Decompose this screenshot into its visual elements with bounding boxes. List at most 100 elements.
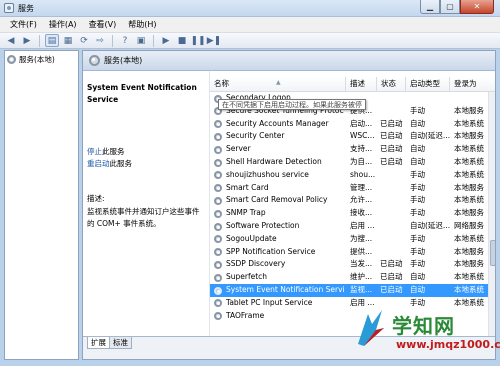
service-logon-cell: 本地系统 xyxy=(454,144,484,154)
service-logon-cell: 本地系统 xyxy=(454,285,484,294)
stop-service-link[interactable]: 停止 xyxy=(87,147,102,156)
table-row[interactable]: SSDP Discovery 当发... 已启动 手动 本地服务 xyxy=(210,258,488,271)
back-arrow-icon[interactable]: ◀ xyxy=(4,34,18,47)
table-row[interactable]: Security Accounts Manager 启动... 已启动 自动 本地系统 xyxy=(210,118,488,131)
service-description-cell: 支持... xyxy=(350,144,373,154)
tab-standard[interactable]: 标准 xyxy=(109,337,132,349)
service-startup-cell: 手动 xyxy=(410,208,425,218)
gear-icon xyxy=(214,196,222,205)
minimize-button[interactable]: ▁ xyxy=(420,0,440,14)
table-row[interactable]: Smart Card Removal Policy 允许... 手动 本地系统 xyxy=(210,194,488,207)
table-row[interactable]: SNMP Trap 接收... 手动 本地服务 xyxy=(210,207,488,220)
maximize-button[interactable]: ▢ xyxy=(440,0,460,14)
close-button[interactable]: ✕ xyxy=(460,0,494,14)
restart-service-link[interactable]: 重启动 xyxy=(87,159,110,168)
pause-service-icon[interactable]: ❚❚ xyxy=(190,34,205,47)
service-status-cell: 已启动 xyxy=(380,131,403,141)
tree-item-label: 服务(本地) xyxy=(19,55,55,64)
show-hide-icon[interactable]: ▣ xyxy=(134,34,148,47)
service-startup-cell: 自动 xyxy=(410,285,425,294)
selected-service-name: System Event Notification Service xyxy=(87,83,197,104)
service-startup-cell: 手动 xyxy=(410,246,425,256)
pane-header-label: 服务(本地) xyxy=(104,56,143,65)
service-description-cell: 提供... xyxy=(350,246,373,256)
menu-action[interactable]: 操作(A) xyxy=(43,19,83,30)
table-row[interactable]: Smart Card 管理... 手动 本地服务 xyxy=(210,182,488,195)
table-row[interactable]: Shell Hardware Detection 为自... 已启动 自动 本地系统 xyxy=(210,156,488,169)
menu-help[interactable]: 帮助(H) xyxy=(122,19,162,30)
service-startup-cell: 自动(延迟... xyxy=(410,131,450,141)
sort-ascending-icon: ▲ xyxy=(276,79,281,86)
service-logon-cell: 本地服务 xyxy=(454,259,484,269)
column-header-description[interactable]: 描述 xyxy=(346,77,377,92)
site-watermark: 学知网 www.jmqz1000.com xyxy=(352,304,500,364)
gear-icon xyxy=(7,55,16,64)
menu-view[interactable]: 查看(V) xyxy=(83,19,123,30)
scrollbar-thumb[interactable] xyxy=(490,240,495,266)
service-status-cell: 已启动 xyxy=(380,285,403,294)
table-row[interactable]: SPP Notification Service 提供... 手动 本地服务 xyxy=(210,246,488,259)
service-name-cell: System Event Notification Service xyxy=(226,285,344,294)
column-header-status[interactable]: 状态 xyxy=(377,77,406,92)
table-row[interactable]: System Event Notification Service 监视... 已启… xyxy=(210,284,488,297)
service-startup-cell: 自动 xyxy=(410,118,425,128)
service-startup-cell: 手动 xyxy=(410,259,425,269)
column-header-startup-type[interactable]: 启动类型 xyxy=(406,77,450,92)
service-startup-cell: 手动 xyxy=(410,105,425,115)
table-row[interactable]: SogouUpdate 为搜... 手动 本地系统 xyxy=(210,233,488,246)
table-row[interactable]: shoujizhushou service shou... 手动 本地系统 xyxy=(210,169,488,182)
help-icon[interactable]: ? xyxy=(118,34,132,47)
description-tooltip: 在不同凭据下启用启动过程。如果此服务被停 xyxy=(218,99,366,110)
tree-item-services-local[interactable]: 服务(本地) xyxy=(7,54,55,65)
service-description-cell: 当发... xyxy=(350,259,373,269)
service-status-cell: 已启动 xyxy=(380,144,403,154)
gear-icon xyxy=(214,312,222,321)
toolbar: ◀ ▶ ▤ ▦ ⟳ ⇨ ? ▣ ▶ ■ ❚❚ ▶❚ xyxy=(0,32,500,49)
start-service-icon[interactable]: ▶ xyxy=(159,34,173,47)
table-row[interactable]: Server 支持... 已启动 自动 本地系统 xyxy=(210,143,488,156)
column-header-logon-as[interactable]: 登录为 xyxy=(450,77,495,92)
column-header-name[interactable]: ▲ 名称 xyxy=(210,77,346,92)
service-name-cell: Server xyxy=(226,144,251,154)
gear-icon xyxy=(214,235,222,244)
service-startup-cell: 手动 xyxy=(410,195,425,205)
service-name-cell: Smart Card Removal Policy xyxy=(226,195,328,205)
gear-icon xyxy=(214,248,222,257)
service-description-cell: 允许... xyxy=(350,195,373,205)
service-status-cell: 已启动 xyxy=(380,157,403,166)
service-description-cell: 接收... xyxy=(350,208,373,218)
service-startup-cell: 手动 xyxy=(410,182,425,192)
service-logon-cell: 本地服务 xyxy=(454,208,484,218)
menu-file[interactable]: 文件(F) xyxy=(4,19,43,30)
gear-icon xyxy=(214,222,222,231)
stop-service-suffix: 此服务 xyxy=(102,147,125,156)
tab-extended[interactable]: 扩展 xyxy=(87,337,110,349)
service-startup-cell: 自动(延迟... xyxy=(410,221,450,230)
table-row[interactable]: Superfetch 维护... 已启动 自动 本地系统 xyxy=(210,271,488,284)
service-name-cell: Security Center xyxy=(226,131,285,141)
forward-arrow-icon[interactable]: ▶ xyxy=(20,34,34,47)
table-row[interactable]: Security Center WSC... 已启动 自动(延迟... 本地服务 xyxy=(210,130,488,143)
service-rows: Secondary Logon Secure Socket Tunneling P… xyxy=(210,92,488,336)
stop-service-icon[interactable]: ■ xyxy=(175,34,189,47)
service-description-cell: 监视... xyxy=(350,285,373,294)
gear-icon xyxy=(214,184,222,193)
service-name-cell: SogouUpdate xyxy=(226,233,277,243)
service-name-cell: Software Protection xyxy=(226,221,300,230)
export-list-icon[interactable]: ⇨ xyxy=(93,34,107,47)
vertical-scrollbar[interactable] xyxy=(488,92,495,336)
pane-header: 服务(本地) xyxy=(83,51,495,71)
console-tree-icon[interactable]: ▤ xyxy=(45,34,59,47)
table-row[interactable]: Software Protection 启用 ... 自动(延迟... 网络服务 xyxy=(210,220,488,233)
restart-service-icon[interactable]: ▶❚ xyxy=(207,34,221,47)
window-title: 服务 xyxy=(18,4,34,13)
refresh-icon[interactable]: ⟳ xyxy=(77,34,91,47)
toolbar-separator xyxy=(153,34,154,47)
service-name-cell: SNMP Trap xyxy=(226,208,266,218)
title-bar: 服务 ▁ ▢ ✕ xyxy=(0,0,500,17)
properties-icon[interactable]: ▦ xyxy=(61,34,75,47)
service-logon-cell: 本地系统 xyxy=(454,272,484,282)
watermark-brand: 学知网 xyxy=(392,314,455,338)
gear-icon xyxy=(214,120,222,129)
service-logon-cell: 本地服务 xyxy=(454,131,484,141)
